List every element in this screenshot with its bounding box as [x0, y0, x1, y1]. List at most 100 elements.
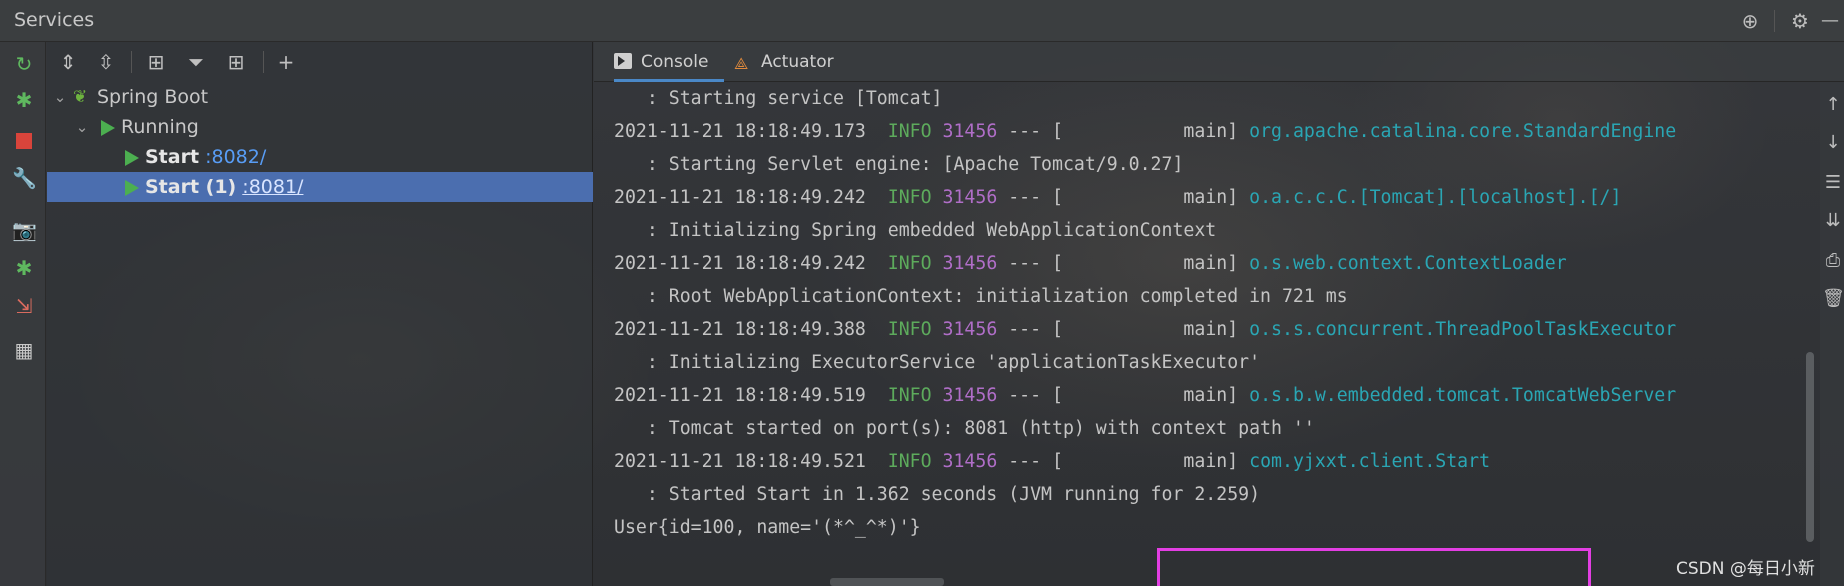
log-thread: --- [ main] — [997, 121, 1250, 142]
log-message: : Starting Servlet engine: [Apache Tomca… — [614, 154, 1184, 175]
minimize-icon[interactable]: — — [1818, 9, 1842, 33]
scroll-down-icon[interactable]: ↓ — [1822, 132, 1844, 154]
log-thread: --- [ main] — [997, 253, 1250, 274]
wrench-icon[interactable]: 🔧 — [12, 166, 37, 190]
log-pid: 31456 — [942, 385, 998, 406]
console-right-toolbar — [1820, 82, 1844, 586]
log-message: : Starting service [Tomcat] — [614, 88, 943, 109]
window-title: Services — [14, 9, 95, 31]
filter-icon[interactable]: ⏷ — [183, 50, 209, 74]
toolbar-separator — [263, 51, 264, 73]
log-date: 2021-11-21 18:18:49.242 — [614, 253, 866, 274]
new-service-icon[interactable]: ⊞ — [223, 50, 249, 74]
group-icon[interactable]: ⊞ — [143, 50, 169, 74]
tree-toolbar: ⇕ ⇳ ⊞ ⏷ ⊞ + — [47, 42, 593, 82]
tree-node-running[interactable]: ⌄ Running — [47, 112, 593, 142]
crosshair-icon[interactable]: ⊕ — [1738, 9, 1762, 33]
console-tabs: Console ⟁ Actuator — [594, 42, 1844, 82]
add-icon[interactable]: + — [273, 50, 299, 74]
print-icon[interactable]: ⎙ — [1822, 250, 1844, 272]
console-scrollbar[interactable] — [1806, 352, 1814, 542]
log-logger: org.apache.catalina.core.StandardEngine — [1249, 121, 1677, 142]
scroll-up-icon[interactable]: ↑ — [1822, 94, 1844, 116]
log-message: : Initializing Spring embedded WebApplic… — [614, 220, 1217, 241]
run-icon — [125, 180, 139, 196]
tab-actuator[interactable]: ⟁ Actuator — [734, 42, 854, 82]
rerun-icon[interactable]: ↻ — [12, 52, 36, 76]
horizontal-scrollbar[interactable] — [830, 578, 944, 586]
log-line: 2021-11-21 18:18:49.521 INFO 31456 --- [… — [614, 445, 1490, 478]
highlight-box — [1157, 548, 1591, 586]
log-message: : Tomcat started on port(s): 8081 (http)… — [614, 418, 1315, 439]
trash-icon[interactable]: 🗑 — [1822, 288, 1844, 310]
log-message: : Started Start in 1.362 seconds (JVM ru… — [614, 484, 1261, 505]
scroll-to-end-icon[interactable]: ⇊ — [1822, 210, 1844, 232]
title-bar: Services ⊕ ⚙ — — [0, 0, 1844, 42]
log-logger: com.yjxxt.client.Start — [1249, 451, 1491, 472]
tab-label: Console — [641, 52, 709, 72]
log-message: : Root WebApplicationContext: initializa… — [614, 286, 1348, 307]
log-level: INFO — [887, 319, 932, 340]
tree-node-start-1[interactable]: Start (1) :8081/ — [47, 172, 593, 202]
chevron-down-icon[interactable]: ⌄ — [51, 82, 69, 112]
log-pid: 31456 — [942, 319, 998, 340]
tree-node-spring-boot[interactable]: ⌄ ❦ Spring Boot — [47, 82, 593, 112]
exit-icon[interactable]: ⇲ — [12, 294, 36, 318]
log-thread: --- [ main] — [997, 385, 1250, 406]
tree-node-label: Running — [121, 116, 199, 138]
log-date: 2021-11-21 18:18:49.388 — [614, 319, 866, 340]
expand-all-icon[interactable]: ⇕ — [55, 50, 81, 74]
log-thread: --- [ main] — [997, 451, 1250, 472]
service-port-link[interactable]: :8081/ — [242, 176, 303, 198]
bug-icon[interactable]: ✱ — [12, 256, 36, 280]
log-pid: 31456 — [942, 451, 998, 472]
log-level: INFO — [887, 121, 932, 142]
log-pid: 31456 — [942, 253, 998, 274]
log-line: 2021-11-21 18:18:49.242 INFO 31456 --- [… — [614, 247, 1567, 280]
log-line: 2021-11-21 18:18:49.519 INFO 31456 --- [… — [614, 379, 1676, 412]
log-line: 2021-11-21 18:18:49.173 INFO 31456 --- [… — [614, 115, 1676, 148]
stop-icon[interactable] — [12, 127, 36, 151]
service-name: Start (1) — [145, 176, 237, 198]
gear-icon[interactable]: ⚙ — [1788, 9, 1812, 33]
service-port-link[interactable]: :8082/ — [205, 146, 266, 168]
collapse-all-icon[interactable]: ⇳ — [93, 50, 119, 74]
log-logger: o.s.web.context.ContextLoader — [1249, 253, 1567, 274]
log-logger: o.a.c.c.C.[Tomcat].[localhost].[/] — [1249, 187, 1622, 208]
log-pid: 31456 — [942, 121, 998, 142]
log-level: INFO — [887, 187, 932, 208]
log-pid: 31456 — [942, 187, 998, 208]
toolbar-separator — [131, 51, 132, 73]
log-level: INFO — [887, 253, 932, 274]
spring-boot-icon: ❦ — [73, 87, 88, 107]
soft-wrap-icon[interactable]: ☰ — [1822, 172, 1844, 194]
title-separator — [1774, 10, 1775, 32]
log-logger: o.s.b.w.embedded.tomcat.TomcatWebServer — [1249, 385, 1677, 406]
running-icon — [101, 120, 115, 136]
log-date: 2021-11-21 18:18:49.519 — [614, 385, 866, 406]
tree-node-start[interactable]: Start :8082/ — [47, 142, 593, 172]
watermark: CSDN @每日小新 — [1676, 559, 1815, 579]
debug-icon[interactable]: ✱ — [12, 88, 36, 112]
layout-icon[interactable]: ▦ — [12, 338, 36, 362]
log-logger: o.s.s.concurrent.ThreadPoolTaskExecutor — [1249, 319, 1677, 340]
log-level: INFO — [887, 385, 932, 406]
log-thread: --- [ main] — [997, 319, 1250, 340]
tab-console[interactable]: Console — [614, 42, 724, 82]
tree-node-label: Spring Boot — [97, 86, 209, 108]
log-level: INFO — [887, 451, 932, 472]
log-line: 2021-11-21 18:18:49.388 INFO 31456 --- [… — [614, 313, 1676, 346]
run-icon — [125, 150, 139, 166]
log-message: User{id=100, name='(*^_^*)'} — [614, 517, 921, 538]
left-toolbar: ↻ ✱ 🔧 📷 ✱ ⇲ ▦ — [0, 42, 46, 586]
log-thread: --- [ main] — [997, 187, 1250, 208]
camera-icon[interactable]: 📷 — [12, 218, 37, 242]
console-panel: Console ⟁ Actuator : Starting service [To… — [594, 42, 1844, 586]
log-date: 2021-11-21 18:18:49.173 — [614, 121, 866, 142]
console-icon — [614, 53, 632, 69]
actuator-icon: ⟁ — [734, 54, 749, 73]
log-message: : Initializing ExecutorService 'applicat… — [614, 352, 1261, 373]
chevron-down-icon[interactable]: ⌄ — [73, 112, 91, 142]
services-tree-panel: ⇕ ⇳ ⊞ ⏷ ⊞ + ⌄ ❦ Spring Boot ⌄ Running St… — [47, 42, 593, 586]
service-name: Start — [145, 146, 200, 168]
